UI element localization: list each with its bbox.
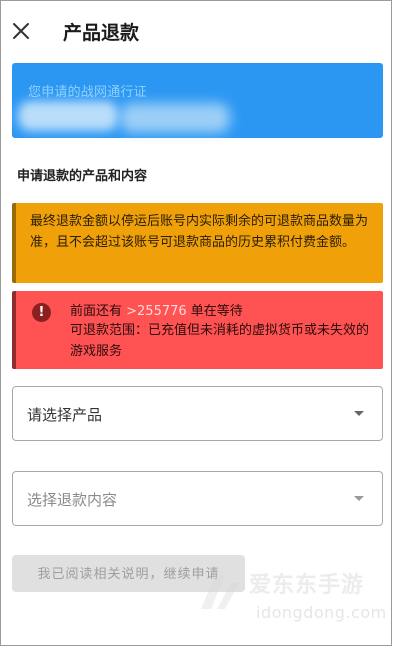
close-button[interactable] xyxy=(9,19,33,43)
section-title: 申请退款的产品和内容 xyxy=(17,169,148,184)
watermark-domain: idongdong.com xyxy=(256,603,387,622)
info-icon: ! xyxy=(32,303,51,322)
queue-notice: ! 前面还有 >255776 单在等待 可退款范围：已充值但未消耗的虚拟货币或未… xyxy=(12,291,383,369)
refund-scope-text: 可退款范围：已充值但未消耗的虚拟货币或未失效的游戏服务 xyxy=(70,323,370,359)
product-select-label: 请选择产品 xyxy=(27,406,103,424)
app-frame: 产品退款 您申请的战网通行证 申请退款的产品和内容 最终退款金额以停运后账号内实… xyxy=(0,0,392,646)
queue-prefix: 前面还有 xyxy=(70,304,127,319)
refund-content-select-label: 选择退款内容 xyxy=(27,491,118,509)
header: 产品退款 xyxy=(1,1,391,61)
account-label: 您申请的战网通行证 xyxy=(28,85,147,100)
product-select[interactable]: 请选择产品 xyxy=(12,386,383,441)
queue-status: 前面还有 >255776 单在等待 xyxy=(70,300,243,319)
refund-amount-notice-text: 最终退款金额以停运后账号内实际剩余的可退款商品数量为准，且不会超过该账号可退款商… xyxy=(30,214,369,250)
redacted-account-blur xyxy=(18,101,118,131)
watermark-logo-icon xyxy=(201,575,239,609)
queue-suffix: 单在等待 xyxy=(186,304,243,319)
chevron-down-icon xyxy=(354,496,364,501)
chevron-down-icon xyxy=(354,411,364,416)
watermark-text: 爱东东手游 xyxy=(249,573,365,598)
refund-content-select[interactable]: 选择退款内容 xyxy=(12,471,383,526)
queue-count: >255776 xyxy=(126,304,187,319)
page-title: 产品退款 xyxy=(63,22,140,44)
close-icon[interactable] xyxy=(9,19,33,43)
refund-amount-notice: 最终退款金额以停运后账号内实际剩余的可退款商品数量为准，且不会超过该账号可退款商… xyxy=(12,203,383,283)
redacted-account-blur xyxy=(120,103,230,133)
account-card: 您申请的战网通行证 xyxy=(12,63,383,138)
